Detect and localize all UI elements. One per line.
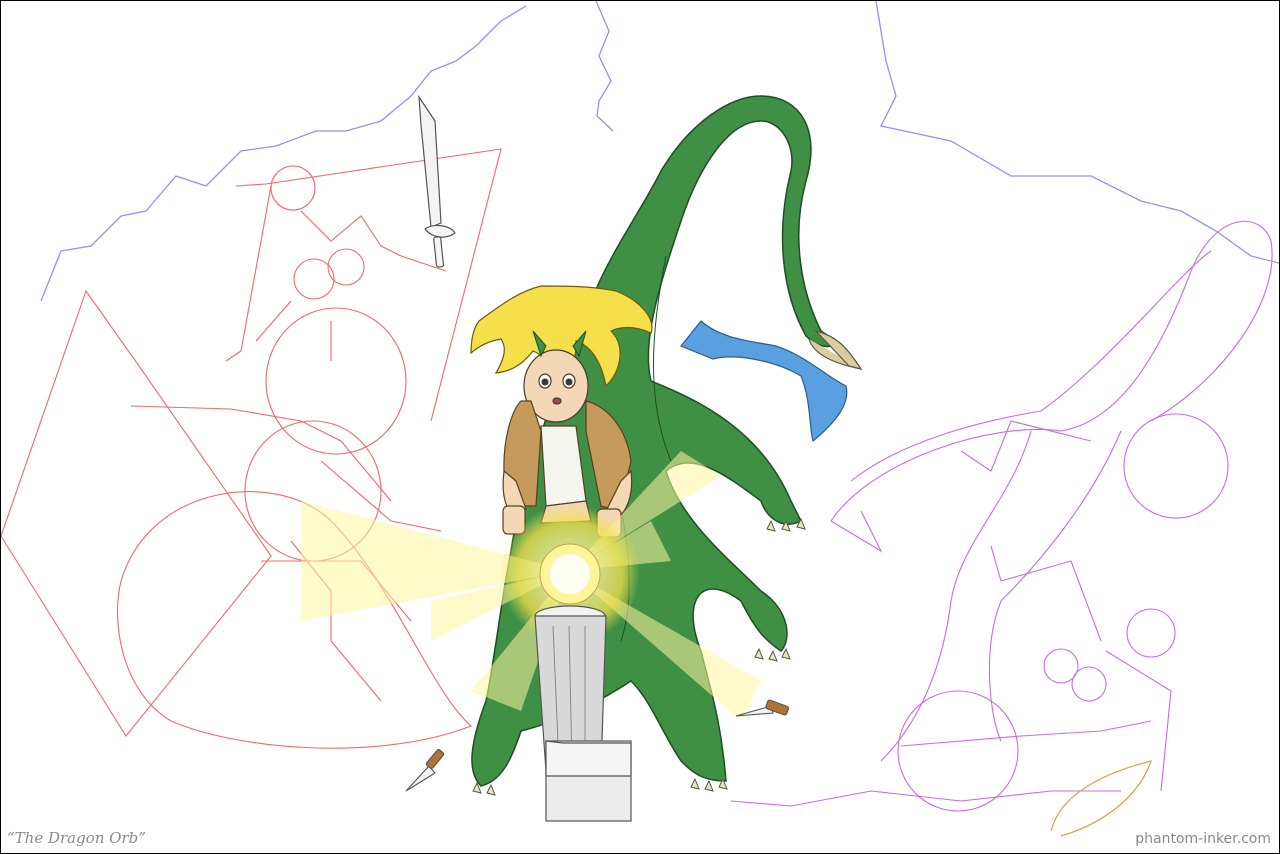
orange-sketch xyxy=(1050,760,1152,837)
artist-credit-link[interactable]: phantom-inker.com xyxy=(1135,831,1271,847)
dagger-icon xyxy=(405,749,445,792)
sword-icon xyxy=(418,94,456,268)
orb-core xyxy=(550,554,590,594)
artwork-title: “The Dragon Orb” xyxy=(7,829,146,847)
red-sketch xyxy=(1,148,502,749)
artwork-frame: “The Dragon Orb” phantom-inker.com xyxy=(0,0,1280,854)
illustration xyxy=(1,1,1279,837)
